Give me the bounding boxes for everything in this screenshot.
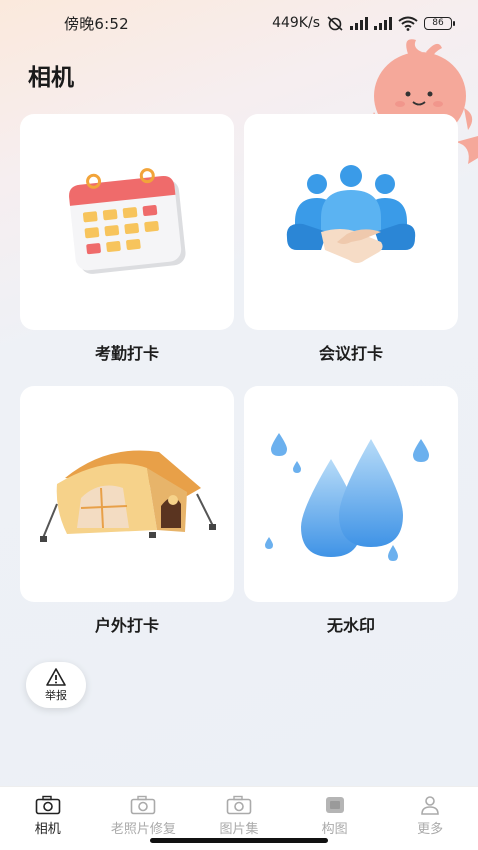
tab-more-label: 更多: [417, 822, 444, 837]
card-outdoor[interactable]: [20, 386, 234, 602]
camera-icon: [35, 795, 61, 815]
status-time: 傍晚6:52: [64, 14, 129, 33]
card-no-watermark-label: 无水印: [326, 616, 375, 635]
card-no-watermark[interactable]: [244, 386, 458, 602]
report-button[interactable]: 举报: [26, 662, 86, 708]
net-speed: 449K/s: [272, 15, 320, 31]
camera-icon: [131, 795, 156, 815]
home-indicator[interactable]: [150, 838, 328, 843]
page-title: 相机: [28, 65, 74, 91]
handshake-icon: [286, 165, 416, 263]
frame-icon: [325, 797, 344, 813]
card-outdoor-label: 户外打卡: [94, 616, 159, 635]
tent-icon: [40, 450, 216, 542]
report-label: 举报: [45, 688, 67, 702]
card-meeting[interactable]: [244, 114, 458, 330]
tab-composition-label: 构图: [321, 822, 348, 837]
card-attendance[interactable]: [20, 114, 234, 330]
calendar-icon: [69, 168, 186, 274]
water-drops-icon: [265, 433, 429, 561]
person-icon: [421, 796, 439, 815]
tab-photo-restore-label: 老照片修复: [110, 822, 176, 837]
card-attendance-label: 考勤打卡: [94, 344, 159, 363]
tab-gallery-label: 图片集: [219, 822, 259, 837]
warning-icon: [46, 667, 66, 686]
tab-camera[interactable]: 相机: [0, 787, 96, 850]
tab-more[interactable]: 更多: [382, 787, 478, 850]
card-meeting-label: 会议打卡: [318, 344, 383, 363]
tab-camera-label: 相机: [34, 822, 61, 837]
camera-icon: [226, 795, 252, 815]
